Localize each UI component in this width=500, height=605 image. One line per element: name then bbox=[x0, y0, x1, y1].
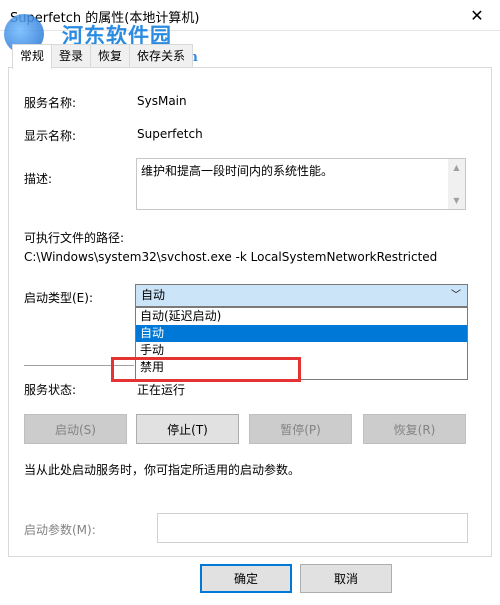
description-text: 维护和提高一段时间内的系统性能。 bbox=[141, 164, 334, 178]
tab-general[interactable]: 常规 bbox=[12, 44, 53, 69]
service-status-value: 正在运行 bbox=[137, 383, 186, 397]
startup-type-dropdown: 自动(延迟启动) 自动 手动 禁用 bbox=[135, 307, 468, 380]
service-name-label: 服务名称: bbox=[24, 96, 77, 110]
path-label: 可执行文件的路径: bbox=[24, 231, 125, 245]
startup-type-value: 自动 bbox=[141, 288, 166, 302]
description-box[interactable]: 维护和提高一段时间内的系统性能。 ▲ ▼ bbox=[136, 158, 466, 210]
display-name-label: 显示名称: bbox=[24, 129, 77, 143]
title-bar: Superfetch 的属性(本地计算机) ✕ bbox=[0, 0, 500, 31]
pause-button[interactable]: 暂停(P) bbox=[249, 414, 352, 444]
tab-recovery[interactable]: 恢复 bbox=[90, 44, 131, 68]
tab-logon[interactable]: 登录 bbox=[51, 44, 92, 68]
scroll-down-icon[interactable]: ▼ bbox=[448, 192, 465, 209]
startup-type-label: 启动类型(E): bbox=[24, 291, 93, 305]
tab-strip: 常规 登录 恢复 依存关系 bbox=[12, 44, 194, 69]
path-value: C:\Windows\system32\svchost.exe -k Local… bbox=[24, 250, 438, 264]
stop-button[interactable]: 停止(T) bbox=[136, 414, 239, 444]
cancel-button[interactable]: 取消 bbox=[300, 564, 392, 593]
close-icon[interactable]: ✕ bbox=[454, 0, 500, 31]
description-label: 描述: bbox=[24, 172, 53, 186]
ok-button[interactable]: 确定 bbox=[200, 564, 292, 593]
window-title: Superfetch 的属性(本地计算机) bbox=[10, 11, 200, 26]
start-params-input[interactable] bbox=[157, 513, 468, 543]
service-status-label: 服务状态: bbox=[24, 383, 77, 397]
start-button[interactable]: 启动(S) bbox=[24, 414, 127, 444]
startup-type-select[interactable]: 自动 ﹀ bbox=[135, 284, 468, 307]
start-params-label: 启动参数(M): bbox=[24, 523, 96, 537]
chevron-down-icon[interactable]: ﹀ bbox=[451, 285, 461, 306]
option-manual[interactable]: 手动 bbox=[136, 342, 467, 359]
separator bbox=[24, 365, 134, 366]
service-name-value: SysMain bbox=[137, 94, 187, 108]
option-disabled[interactable]: 禁用 bbox=[136, 359, 467, 376]
option-auto[interactable]: 自动 bbox=[136, 325, 467, 342]
display-name-value: Superfetch bbox=[137, 127, 203, 141]
start-params-hint: 当从此处启动服务时，你可指定所适用的启动参数。 bbox=[24, 463, 301, 477]
description-scrollbar[interactable]: ▲ ▼ bbox=[448, 159, 465, 209]
option-auto-delayed[interactable]: 自动(延迟启动) bbox=[136, 308, 467, 325]
resume-button[interactable]: 恢复(R) bbox=[363, 414, 466, 444]
scroll-up-icon[interactable]: ▲ bbox=[448, 159, 465, 176]
tab-dependencies[interactable]: 依存关系 bbox=[129, 44, 194, 68]
